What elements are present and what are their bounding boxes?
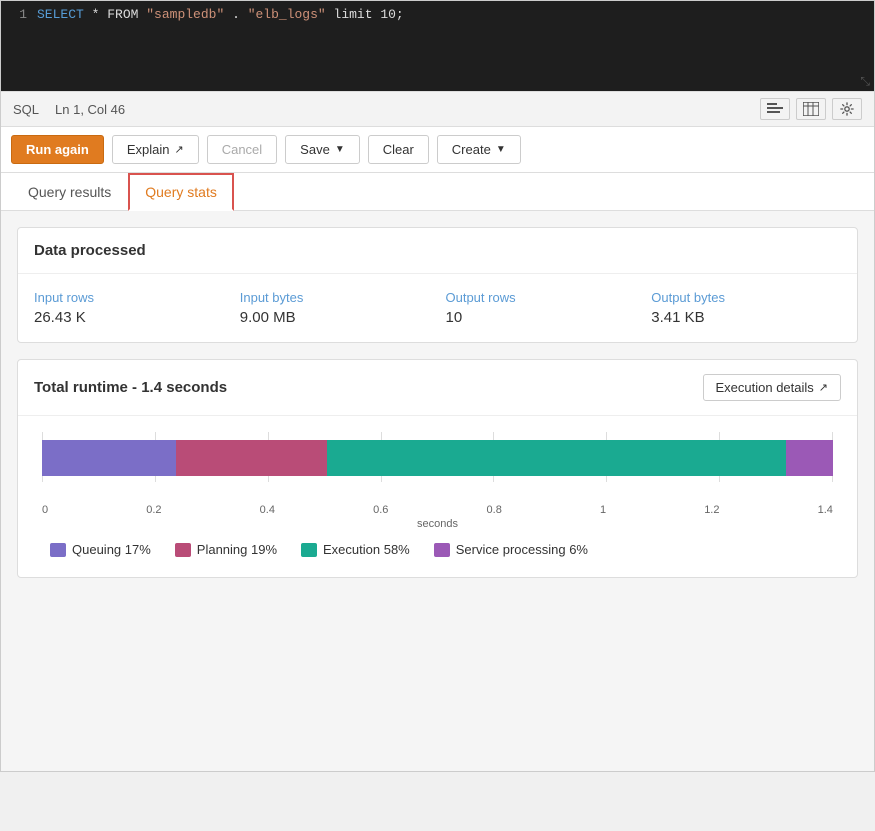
gear-icon: [839, 102, 855, 116]
external-link-icon: ↗: [174, 143, 183, 156]
exec-details-label: Execution details: [716, 380, 814, 395]
x-label-02: 0.2: [146, 504, 161, 516]
create-label: Create: [452, 142, 491, 157]
x-label-12: 1.2: [704, 504, 719, 516]
legend-planning: Planning 19%: [175, 542, 277, 557]
status-info: SQL Ln 1, Col 46: [13, 102, 125, 117]
format-icon: [767, 102, 783, 116]
exec-details-icon: ↗: [819, 381, 828, 394]
code-text: SELECT * FROM "sampledb" . "elb_logs" li…: [37, 7, 404, 22]
data-processed-title: Data processed: [18, 228, 857, 274]
x-axis-labels: 0 0.2 0.4 0.6 0.8 1 1.2 1.4: [34, 504, 841, 516]
stat-input-rows-value: 26.43 K: [34, 309, 224, 326]
create-dropdown-icon: ▼: [496, 144, 506, 155]
x-label-1: 1: [600, 504, 606, 516]
bar-execution: [327, 440, 786, 476]
settings-icon-btn[interactable]: [832, 98, 862, 120]
editor-line: 1 SELECT * FROM "sampledb" . "elb_logs" …: [1, 1, 874, 28]
stat-output-bytes: Output bytes 3.41 KB: [651, 290, 841, 326]
bar-planning: [176, 440, 326, 476]
resize-handle[interactable]: ⤡: [860, 74, 870, 89]
x-axis-title: seconds: [34, 518, 841, 530]
format-icon-btn[interactable]: [760, 98, 790, 120]
clear-button[interactable]: Clear: [368, 135, 429, 164]
bars-container: [42, 440, 833, 474]
stat-output-bytes-value: 3.41 KB: [651, 309, 841, 326]
line-number: 1: [1, 7, 37, 22]
legend-execution: Execution 58%: [301, 542, 410, 557]
bar-service: [786, 440, 833, 476]
status-bar: SQL Ln 1, Col 46: [1, 91, 874, 127]
x-label-14: 1.4: [818, 504, 833, 516]
legend-queuing-color: [50, 543, 66, 557]
legend-execution-label: Execution 58%: [323, 542, 410, 557]
tabs-bar: Query results Query stats: [1, 173, 874, 211]
stat-output-bytes-label: Output bytes: [651, 290, 841, 305]
cursor-position: Ln 1, Col 46: [55, 102, 125, 117]
legend-planning-color: [175, 543, 191, 557]
data-processed-card: Data processed Input rows 26.43 K Input …: [17, 227, 858, 343]
runtime-header: Total runtime - 1.4 seconds Execution de…: [18, 360, 857, 416]
legend-execution-color: [301, 543, 317, 557]
tab-query-results[interactable]: Query results: [11, 173, 128, 211]
toolbar: Run again Explain ↗ Cancel Save ▼ Clear …: [1, 127, 874, 173]
x-label-06: 0.6: [373, 504, 388, 516]
stat-input-bytes-label: Input bytes: [240, 290, 430, 305]
stat-input-rows: Input rows 26.43 K: [34, 290, 224, 326]
table-icon: [803, 102, 819, 116]
chart-container: 0 0.2 0.4 0.6 0.8 1 1.2 1.4 seconds Queu…: [18, 416, 857, 577]
stat-input-rows-label: Input rows: [34, 290, 224, 305]
main-container: 1 SELECT * FROM "sampledb" . "elb_logs" …: [0, 0, 875, 772]
legend-service-label: Service processing 6%: [456, 542, 588, 557]
x-label-0: 0: [42, 504, 48, 516]
execution-details-button[interactable]: Execution details ↗: [703, 374, 842, 401]
stat-output-rows: Output rows 10: [446, 290, 636, 326]
runtime-title: Total runtime - 1.4 seconds: [34, 379, 227, 396]
cancel-button[interactable]: Cancel: [207, 135, 277, 164]
legend-planning-label: Planning 19%: [197, 542, 277, 557]
stat-input-bytes-value: 9.00 MB: [240, 309, 430, 326]
create-button[interactable]: Create ▼: [437, 135, 521, 164]
legend-queuing: Queuing 17%: [50, 542, 151, 557]
content-area: Data processed Input rows 26.43 K Input …: [1, 211, 874, 771]
data-processed-body: Input rows 26.43 K Input bytes 9.00 MB O…: [18, 274, 857, 342]
save-button[interactable]: Save ▼: [285, 135, 360, 164]
chart-legend: Queuing 17% Planning 19% Execution 58% S…: [34, 530, 841, 569]
chart-inner: [42, 432, 833, 502]
save-dropdown-icon: ▼: [335, 144, 345, 155]
x-label-08: 0.8: [487, 504, 502, 516]
stat-output-rows-value: 10: [446, 309, 636, 326]
legend-service-color: [434, 543, 450, 557]
bar-queuing: [42, 440, 176, 476]
language-label: SQL: [13, 102, 39, 117]
stats-grid: Input rows 26.43 K Input bytes 9.00 MB O…: [34, 290, 841, 326]
explain-button[interactable]: Explain ↗: [112, 135, 199, 164]
editor-area[interactable]: 1 SELECT * FROM "sampledb" . "elb_logs" …: [1, 1, 874, 91]
runtime-card: Total runtime - 1.4 seconds Execution de…: [17, 359, 858, 578]
table-icon-btn[interactable]: [796, 98, 826, 120]
stat-input-bytes: Input bytes 9.00 MB: [240, 290, 430, 326]
status-icons: [760, 98, 862, 120]
x-label-04: 0.4: [260, 504, 275, 516]
tab-query-stats[interactable]: Query stats: [128, 173, 234, 211]
run-again-button[interactable]: Run again: [11, 135, 104, 164]
legend-queuing-label: Queuing 17%: [72, 542, 151, 557]
legend-service: Service processing 6%: [434, 542, 588, 557]
explain-label: Explain: [127, 142, 170, 157]
stat-output-rows-label: Output rows: [446, 290, 636, 305]
save-label: Save: [300, 142, 330, 157]
